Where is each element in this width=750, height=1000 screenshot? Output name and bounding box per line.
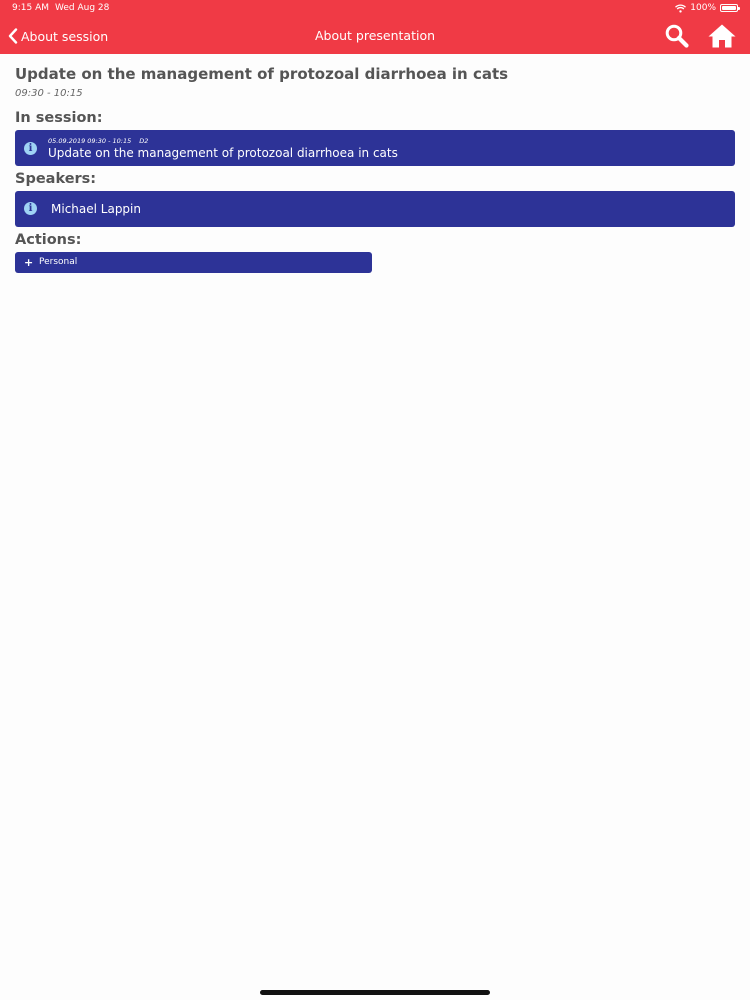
session-room: D2 bbox=[139, 137, 149, 145]
session-meta: 05.09.2019 09:30 - 10:15 D2 bbox=[48, 137, 148, 145]
presentation-time: 09:30 - 10:15 bbox=[15, 88, 83, 99]
action-label: Personal bbox=[39, 257, 78, 267]
search-button[interactable] bbox=[664, 23, 690, 49]
presentation-title: Update on the management of protozoal di… bbox=[15, 65, 509, 83]
in-session-heading: In session: bbox=[15, 110, 103, 126]
speakers-heading: Speakers: bbox=[15, 171, 97, 187]
battery-percent: 100% bbox=[690, 3, 716, 13]
info-icon: i bbox=[24, 202, 37, 215]
status-right: 100% bbox=[675, 3, 740, 13]
session-item[interactable]: i 05.09.2019 09:30 - 10:15 D2 Update on t… bbox=[15, 130, 735, 166]
home-button[interactable] bbox=[707, 23, 737, 49]
plus-icon: + bbox=[24, 256, 34, 269]
battery-icon bbox=[720, 4, 740, 12]
chevron-left-icon bbox=[8, 28, 18, 44]
status-date: Wed Aug 28 bbox=[55, 3, 110, 13]
personal-action-button[interactable]: + Personal bbox=[15, 252, 372, 273]
home-icon bbox=[708, 24, 736, 48]
speaker-name: Michael Lappin bbox=[51, 202, 141, 216]
actions-heading: Actions: bbox=[15, 232, 82, 248]
home-indicator[interactable] bbox=[260, 990, 490, 995]
session-datetime: 05.09.2019 09:30 - 10:15 bbox=[48, 137, 132, 145]
back-label: About session bbox=[21, 28, 109, 44]
speaker-item[interactable]: i Michael Lappin bbox=[15, 191, 735, 227]
status-bar: 9:15 AM Wed Aug 28 100% bbox=[0, 0, 750, 18]
info-icon: i bbox=[24, 142, 37, 155]
back-button[interactable]: About session bbox=[8, 18, 108, 54]
presentation-details: Update on the management of protozoal di… bbox=[15, 64, 735, 273]
session-name: Update on the management of protozoal di… bbox=[48, 146, 398, 160]
wifi-icon bbox=[675, 3, 687, 13]
search-icon bbox=[665, 24, 689, 48]
battery-fill bbox=[722, 6, 736, 10]
status-time: 9:15 AM bbox=[12, 3, 49, 13]
nav-bar: About session About presentation bbox=[0, 18, 750, 54]
page-title: About presentation bbox=[314, 28, 436, 43]
